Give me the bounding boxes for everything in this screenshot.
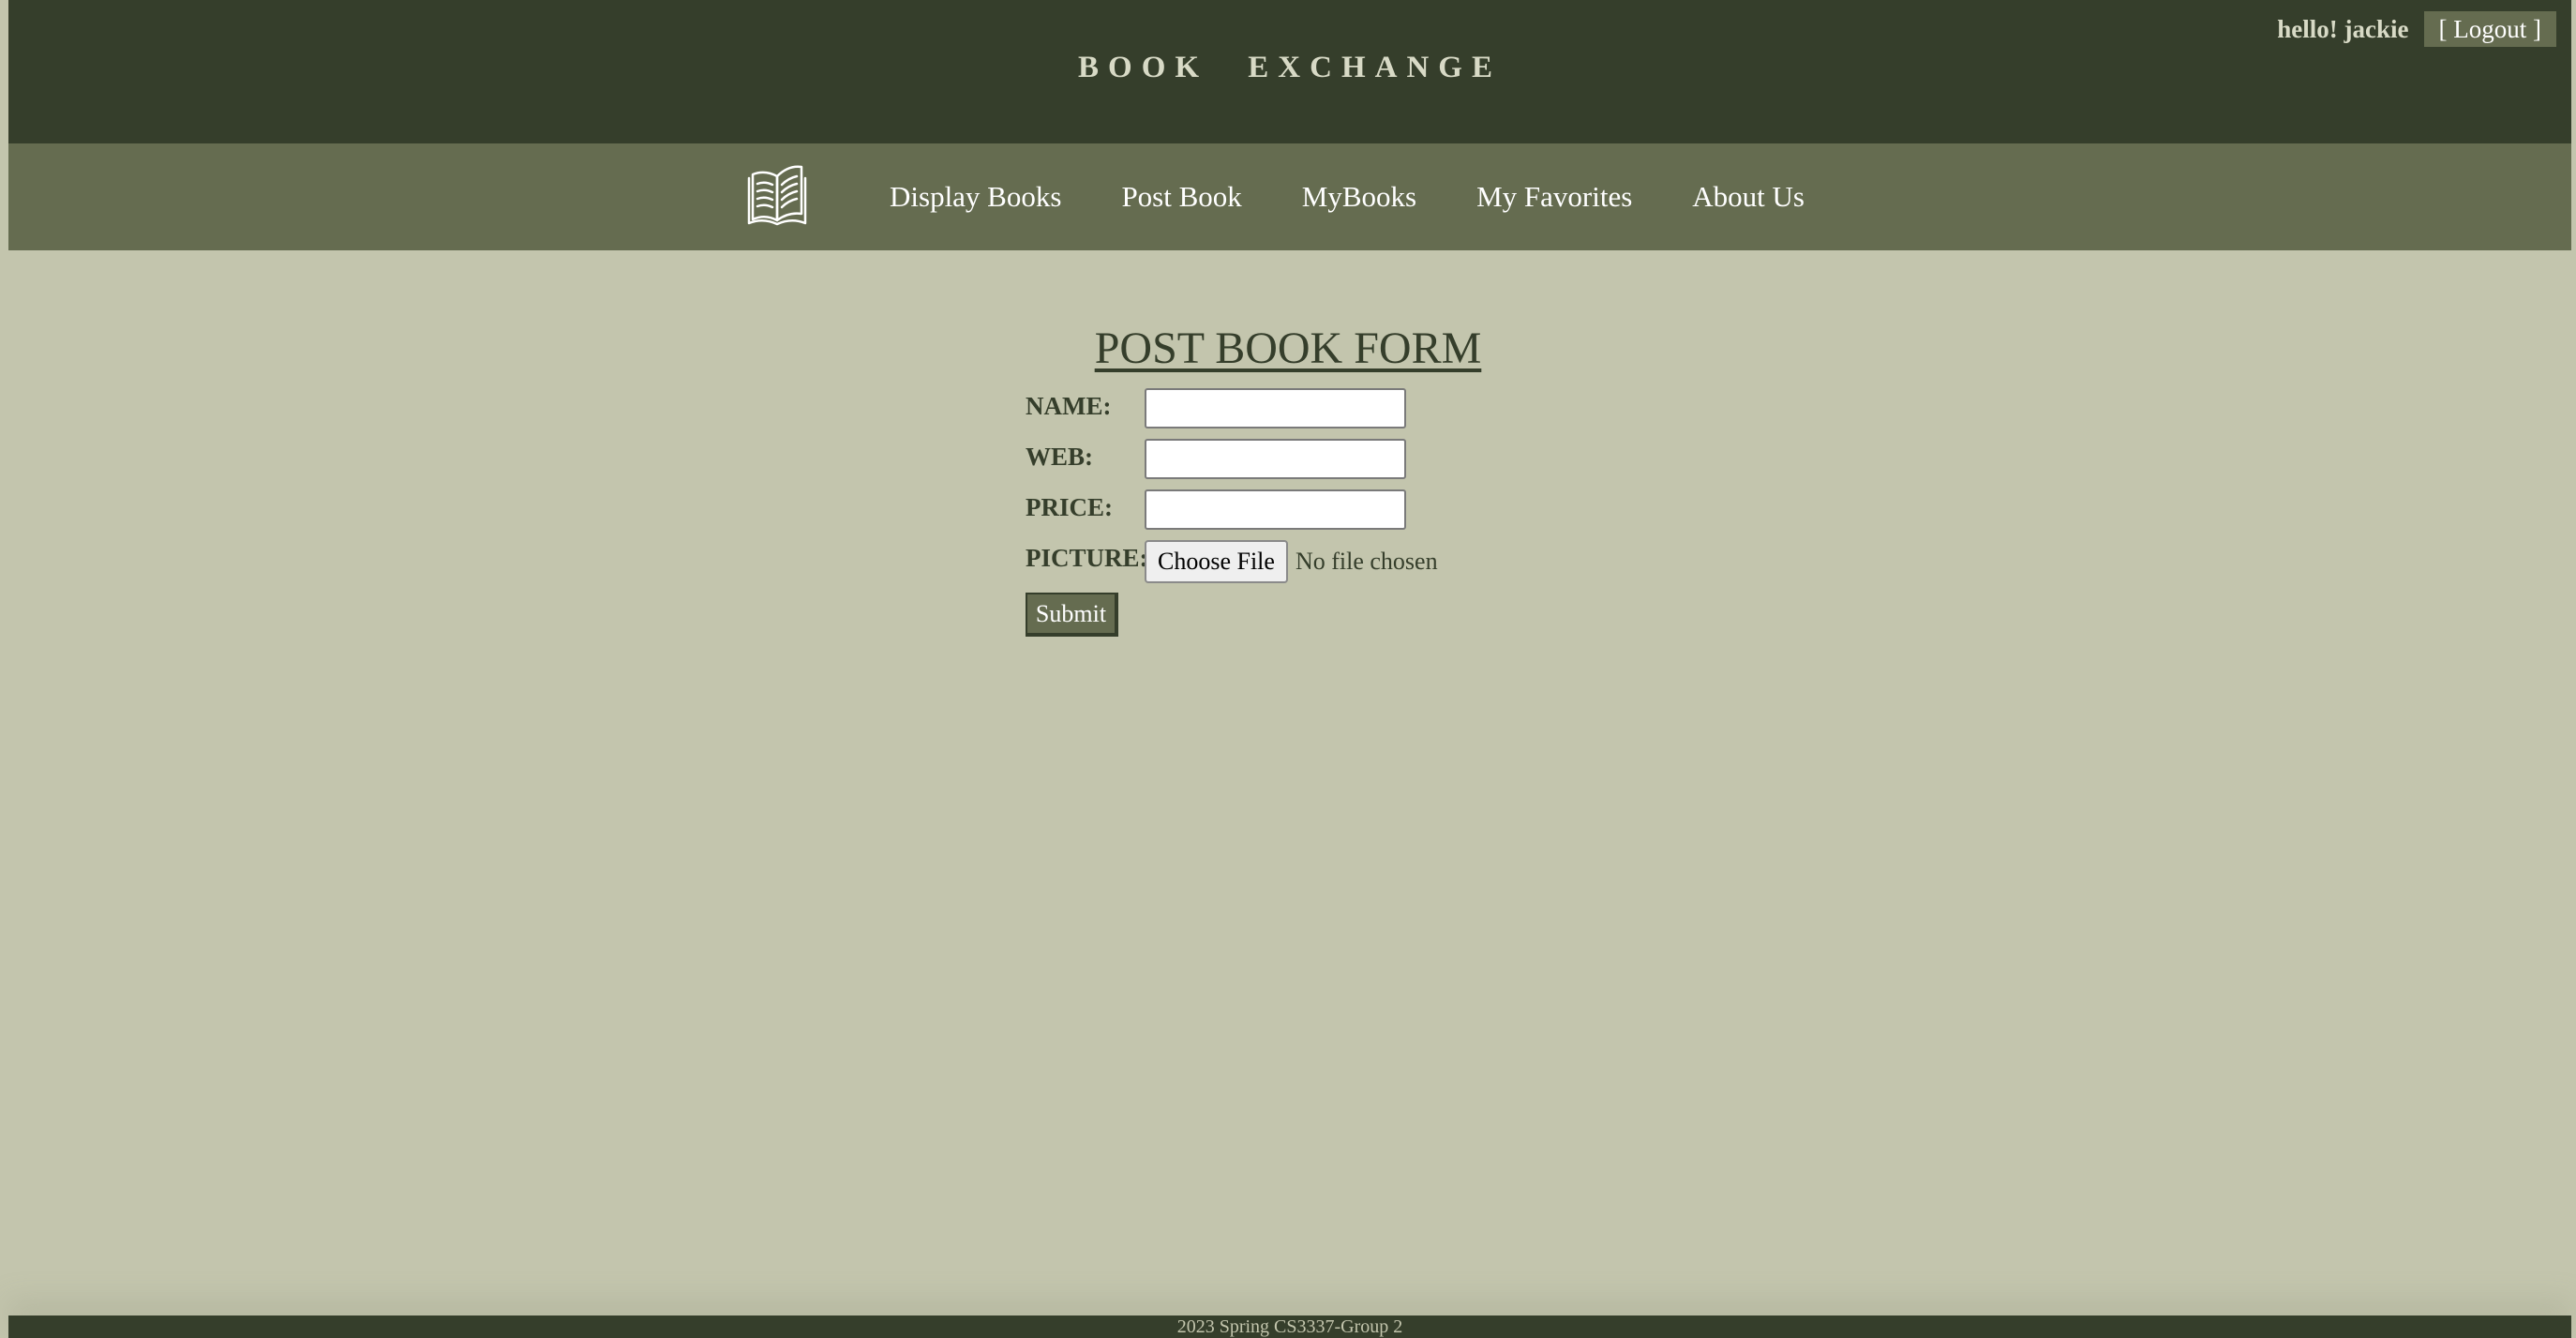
submit-button[interactable]: Submit (1026, 593, 1118, 637)
user-greeting: hello! jackie (2277, 14, 2409, 43)
name-input[interactable] (1145, 388, 1406, 428)
site-header: BOOK EXCHANGE hello! jackie [ Logout ] (8, 0, 2571, 143)
name-label: NAME: (1026, 392, 1112, 420)
file-status: No file chosen (1295, 548, 1438, 575)
site-title: BOOK EXCHANGE (1078, 51, 1502, 84)
form-title: POST BOOK FORM (1094, 323, 1482, 373)
open-book-icon[interactable] (745, 165, 809, 229)
nav-my-favorites[interactable]: My Favorites (1476, 180, 1632, 214)
picture-label: PICTURE: (1026, 544, 1148, 572)
nav-about-us[interactable]: About Us (1692, 180, 1805, 214)
nav-display-books[interactable]: Display Books (890, 180, 1061, 214)
price-row: PRICE: (1026, 489, 1438, 540)
web-label: WEB: (1026, 443, 1094, 471)
user-area: hello! jackie [ Logout ] (2277, 11, 2556, 47)
site-footer: 2023 Spring CS3337-Group 2 (8, 1315, 2571, 1338)
logout-button[interactable]: [ Logout ] (2423, 11, 2556, 47)
price-label: PRICE: (1026, 493, 1113, 521)
picture-file-input: Choose File No file chosen (1145, 540, 1438, 583)
nav-post-book[interactable]: Post Book (1121, 180, 1241, 214)
web-input[interactable] (1145, 439, 1406, 479)
post-book-form: NAME: WEB: PRICE: PICTURE: Choose File N… (1026, 388, 1438, 591)
choose-file-button[interactable]: Choose File (1145, 540, 1288, 583)
main-nav: Display Books Post Book MyBooks My Favor… (8, 143, 2571, 250)
name-row: NAME: (1026, 388, 1438, 439)
price-input[interactable] (1145, 489, 1406, 530)
nav-my-books[interactable]: MyBooks (1302, 180, 1416, 214)
web-row: WEB: (1026, 439, 1438, 489)
picture-row: PICTURE: Choose File No file chosen (1026, 540, 1438, 591)
